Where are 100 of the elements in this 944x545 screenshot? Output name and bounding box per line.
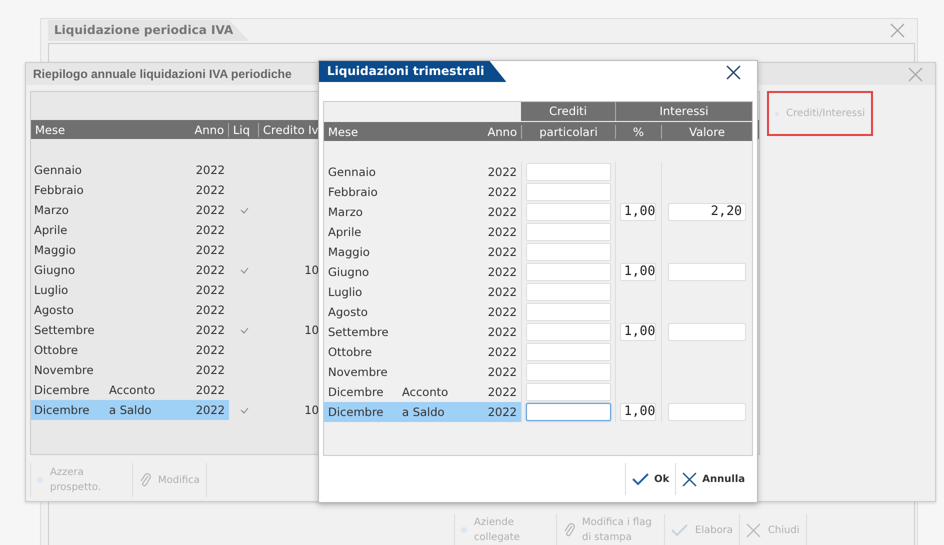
table-cell-text: Agosto (34, 303, 75, 317)
table-row[interactable]: Agosto 2022 (324, 302, 521, 322)
table-row[interactable]: Luglio 2022 (31, 280, 229, 300)
table-row[interactable]: Dicembre a Saldo 2022 (324, 402, 521, 422)
table-cell-text: Aprile (34, 223, 68, 237)
table-cell-text: 2022 (486, 325, 517, 339)
table-cell-text: Dicembre (328, 385, 385, 399)
table-cell-text: 10 (303, 263, 319, 277)
table-row[interactable]: Maggio 2022 (324, 242, 521, 262)
table-row[interactable]: Novembre 2022 (324, 362, 521, 382)
table-row[interactable]: Settembre 2022 (324, 322, 521, 342)
column-header: Anno (486, 124, 518, 138)
table-row[interactable]: Dicembre Acconto 2022 (324, 382, 521, 402)
table-cell-text: 2022 (194, 263, 225, 277)
checkmark-icon (671, 524, 688, 536)
table-cell-text: Ottobre (34, 343, 79, 357)
checkmark-icon (632, 472, 650, 486)
table-row[interactable]: Febbraio 2022 (324, 182, 521, 202)
table-row[interactable]: Gennaio 2022 (31, 160, 229, 180)
input-field[interactable]: 1,00 (620, 323, 656, 341)
table-cell-text: a Saldo (109, 403, 153, 417)
dialog-title: Liquidazioni trimestrali (319, 61, 506, 82)
column-header: % (615, 124, 661, 138)
table-cell-text: 2022 (194, 323, 225, 337)
table-cell-text: Ottobre (328, 345, 373, 359)
column-header: particolari (521, 124, 615, 138)
table-cell-text: 2022 (194, 243, 225, 257)
table-cell-text: 2022 (194, 343, 225, 357)
table-cell-text: Settembre (328, 325, 390, 339)
table-cell-text: 2022 (486, 245, 517, 259)
table-row[interactable]: Aprile 2022 (324, 222, 521, 242)
table-cell-text: 2022 (194, 283, 225, 297)
table-row[interactable]: Giugno 2022 (31, 260, 229, 280)
table-cell-text: 10 (303, 323, 319, 337)
table-row[interactable]: Luglio 2022 (324, 282, 521, 302)
close-icon[interactable] (726, 65, 741, 80)
table-cell-text: 2022 (486, 345, 517, 359)
table-cell-text: 2022 (194, 223, 225, 237)
table-cell-text: Aprile (328, 225, 362, 239)
table-cell-text: Dicembre (34, 403, 91, 417)
table-row[interactable]: Settembre 2022 (31, 320, 229, 340)
input-field[interactable] (526, 403, 611, 421)
table-cell-text: Giugno (328, 265, 370, 279)
table-row[interactable]: Dicembre a Saldo 2022 (31, 400, 229, 420)
table-row[interactable]: Aprile 2022 (31, 220, 229, 240)
table-row[interactable]: Febbraio 2022 (31, 180, 229, 200)
table-row[interactable]: Marzo 2022 (31, 200, 229, 220)
column-header: Mese (34, 122, 66, 136)
column-group-header: Crediti (521, 102, 615, 121)
table-cell-text: 2022 (486, 285, 517, 299)
table-cell-text: 2022 (486, 405, 517, 419)
table-cell-text: 2022 (486, 225, 517, 239)
table-cell-text: Febbraio (34, 183, 85, 197)
paperclip-icon (563, 522, 575, 538)
table-cell-text: 2022 (486, 165, 517, 179)
table-row[interactable]: Agosto 2022 (31, 300, 229, 320)
table-cell-text: Maggio (34, 243, 77, 257)
table-row[interactable]: Novembre 2022 (31, 360, 229, 380)
input-field[interactable]: 1,00 (620, 403, 656, 421)
table-cell-text: Giugno (34, 263, 76, 277)
table-row[interactable]: Gennaio 2022 (324, 162, 521, 182)
table-cell-text: Gennaio (328, 165, 377, 179)
column-header: Anno (169, 122, 229, 136)
close-icon (746, 522, 761, 538)
table-cell-text: Febbraio (328, 185, 379, 199)
table-cell-text: 2022 (486, 265, 517, 279)
table-row[interactable]: Ottobre 2022 (324, 342, 521, 362)
dialog-button[interactable]: Ok (625, 463, 676, 495)
table-cell-text: Dicembre (328, 405, 385, 419)
table-cell-text: Acconto (402, 385, 450, 399)
table-row[interactable]: Maggio 2022 (31, 240, 229, 260)
table-cell-text: Novembre (328, 365, 389, 379)
table-cell-text: 2022 (194, 303, 225, 317)
window-title: Liquidazione periodica IVA (48, 20, 250, 41)
input-field[interactable]: 2,20 (668, 203, 746, 221)
table-cell-text: a Saldo (402, 405, 446, 419)
table-cell-text: 2022 (194, 163, 225, 177)
table-cell-text: 2022 (486, 205, 517, 219)
table-cell-text: Maggio (328, 245, 371, 259)
paperclip-icon (139, 472, 151, 488)
table-cell-text: Marzo (34, 203, 70, 217)
column-group-header: Interessi (615, 102, 752, 121)
input-field[interactable]: 1,00 (620, 263, 656, 281)
table-row[interactable]: Ottobre 2022 (31, 340, 229, 360)
dialog-button[interactable]: Annulla (675, 463, 751, 495)
table-cell-text: 2022 (194, 403, 225, 417)
column-header: Mese (327, 124, 360, 138)
table-row[interactable]: Marzo 2022 (324, 202, 521, 222)
input-field[interactable]: 1,00 (620, 203, 656, 221)
column-header: Credito Iv (262, 122, 319, 136)
window-title: Riepilogo annuale liquidazioni IVA periodiche (33, 67, 292, 81)
table-cell-text: 2022 (486, 385, 517, 399)
table-cell-text: Novembre (34, 363, 95, 377)
column-header: Valore (661, 124, 752, 138)
table-row[interactable]: Dicembre Acconto 2022 (31, 380, 229, 400)
table-row[interactable]: Giugno 2022 (324, 262, 521, 282)
table-cell-text: 10 (303, 403, 319, 417)
column-header: Liq (229, 122, 259, 136)
table-cell-text: Dicembre (34, 383, 91, 397)
table-cell-text: Luglio (328, 285, 364, 299)
